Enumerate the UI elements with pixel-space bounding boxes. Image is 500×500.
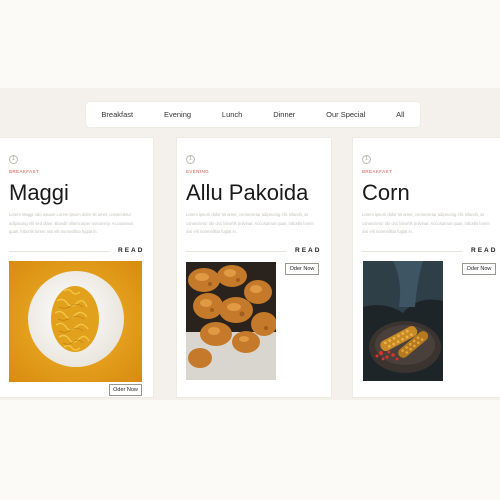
read-link[interactable]: READ [295, 247, 321, 254]
order-now-button[interactable]: Oder Now [109, 384, 142, 396]
card-category: EVENING [186, 169, 210, 174]
menu-card-allu-pakoida: 1 EVENING Allu Pakoida Lorem ipsum dolor… [177, 138, 331, 397]
card-description: Lorem ipsum dolor sit amet, consectetur … [186, 212, 314, 235]
maggi-dish-image [9, 261, 142, 382]
card-title: Maggi [9, 180, 69, 205]
divider [362, 251, 462, 252]
menu-filter-bar: Breakfast Evening Lunch Dinner Our Speci… [86, 102, 420, 127]
filter-all[interactable]: All [396, 110, 404, 119]
read-link[interactable]: READ [471, 247, 497, 254]
card-index-circle: 1 [186, 155, 195, 164]
filter-dinner[interactable]: Dinner [273, 110, 295, 119]
divider [9, 251, 109, 252]
card-category: BREAKFAST [362, 169, 393, 174]
order-now-button[interactable]: Oder Now [462, 263, 496, 275]
card-index-circle: 1 [362, 155, 371, 164]
filter-lunch[interactable]: Lunch [222, 110, 242, 119]
order-now-button[interactable]: Oder Now [285, 263, 319, 275]
card-description: Lorem ipsum dolor sit amet, consectetur … [362, 212, 490, 235]
pakoida-dish-image [186, 262, 276, 380]
filter-evening[interactable]: Evening [164, 110, 191, 119]
filter-breakfast[interactable]: Breakfast [101, 110, 133, 119]
corn-dish-image [363, 261, 443, 381]
divider [186, 251, 286, 252]
menu-card-corn: 1 BREAKFAST Corn Lorem ipsum dolor sit a… [353, 138, 500, 397]
card-category: BREAKFAST [9, 169, 40, 174]
read-link[interactable]: READ [118, 247, 144, 254]
filter-our-special[interactable]: Our Special [326, 110, 365, 119]
card-title: Allu Pakoida [186, 180, 309, 205]
card-description: Lorem Maggi ndo usuam Lorem ipsum dolor … [9, 212, 134, 235]
card-index-circle: 1 [9, 155, 18, 164]
menu-card-maggi: 1 BREAKFAST Maggi Lorem Maggi ndo usuam … [0, 138, 153, 397]
card-title: Corn [362, 180, 410, 205]
